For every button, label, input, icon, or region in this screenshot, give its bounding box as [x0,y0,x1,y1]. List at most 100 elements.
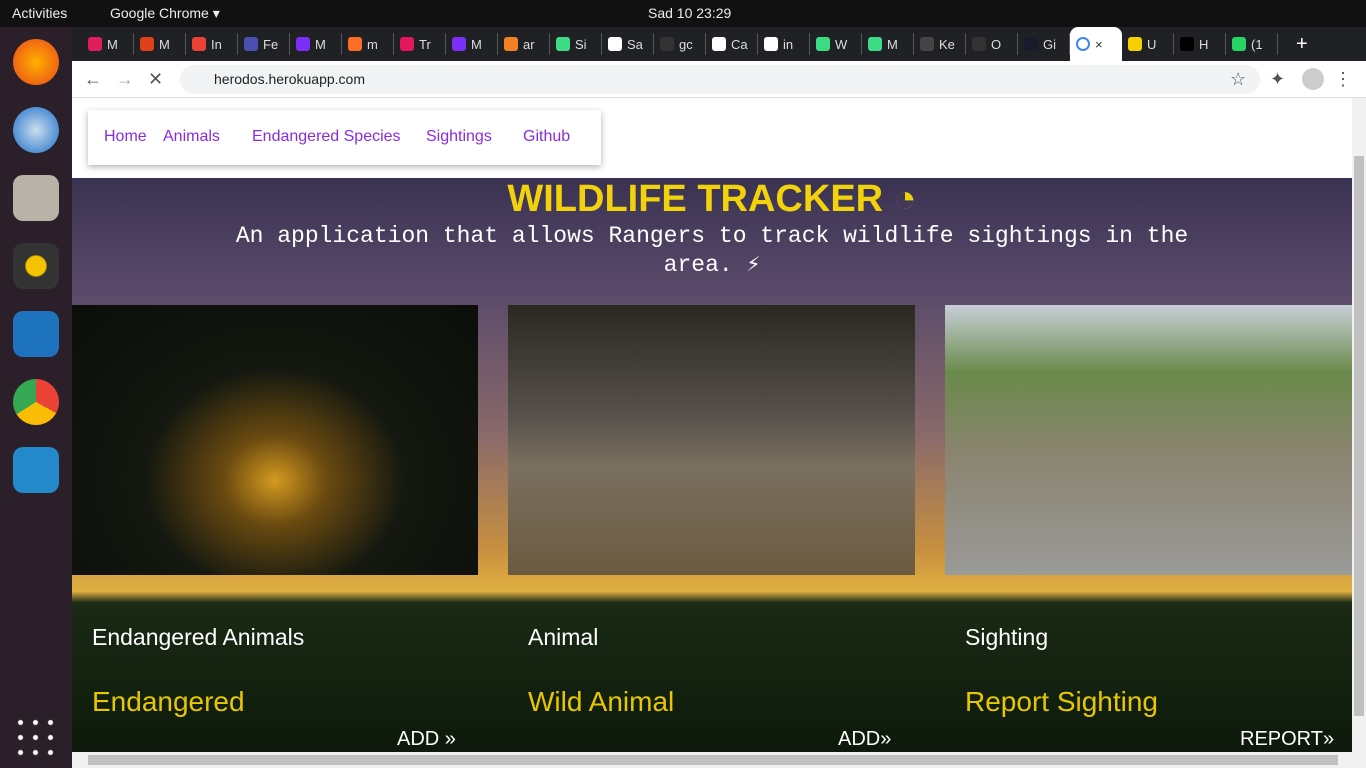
photographer-image [945,305,1352,575]
add-animal-button[interactable]: ADD» [838,728,891,751]
tab-title: Sa [627,36,643,52]
vertical-scrollbar[interactable] [1352,98,1366,752]
browser-tab[interactable]: M [134,33,186,55]
tab-title: ar [523,36,535,52]
tab-title: Fe [263,36,279,52]
back-icon[interactable]: ← [84,69,102,90]
browser-tab[interactable]: U [1122,33,1174,55]
tab-favicon-icon [1180,37,1194,51]
activities-button[interactable]: Activities [12,5,67,21]
card-heading: Animal [528,624,599,650]
wild-animal-link[interactable]: Wild Animal [528,686,674,718]
extensions-icon[interactable]: ✦ [1270,69,1285,90]
files-icon[interactable] [13,175,59,221]
tab-favicon-icon [712,37,726,51]
endangered-link[interactable]: Endangered [92,686,245,718]
bookmark-star-icon[interactable]: ☆ [1230,69,1246,90]
url-text: herodos.herokuapp.com [214,71,365,87]
squirrel-image [72,305,478,575]
card-heading: Endangered Animals [92,624,305,650]
tab-title: M [107,36,118,52]
tab-favicon-icon [868,37,882,51]
browser-tab[interactable]: gc [654,33,706,55]
address-bar[interactable]: herodos.herokuapp.com [180,65,1260,94]
tab-title: gc [679,36,693,52]
tab-title: Ca [731,36,748,52]
tab-title: W [835,36,848,52]
tab-favicon-icon [452,37,466,51]
apps-grid-icon[interactable] [13,715,59,761]
avatar[interactable] [1302,68,1324,90]
firefox-icon[interactable] [13,39,59,85]
add-endangered-button[interactable]: ADD » [397,728,456,751]
nav-endangered[interactable]: Endangered Species [252,128,401,146]
stop-icon[interactable]: ✕ [148,69,163,90]
navbar: Home Animals Endangered Species Sighting… [88,110,601,165]
browser-tab[interactable]: Tr [394,33,446,55]
system-top-bar: Activities Google Chrome ▾ Sad 10 23:29 [0,0,1366,27]
browser-tab[interactable]: (1 [1226,33,1278,55]
tab-favicon-icon [816,37,830,51]
web-page: WILDLIFE TRACKER ◔ An application that a… [72,98,1352,752]
nav-animals[interactable]: Animals [163,128,220,146]
clock[interactable]: Sad 10 23:29 [648,5,731,21]
browser-tab[interactable]: Ke [914,33,966,55]
tab-title: Tr [419,36,431,52]
tab-title: M [159,36,170,52]
tab-favicon-icon [1232,37,1246,51]
browser-tab[interactable]: O [966,33,1018,55]
browser-tab[interactable]: M [862,33,914,55]
tab-title: Gi [1043,36,1056,52]
tab-favicon-icon [296,37,310,51]
browser-tab[interactable]: M [82,33,134,55]
browser-tab[interactable]: Sa [602,33,654,55]
app-menu[interactable]: Google Chrome ▾ [110,5,220,22]
browser-tab[interactable]: Fe [238,33,290,55]
report-sighting-link[interactable]: Report Sighting [965,686,1158,718]
browser-tab[interactable]: Ca [706,33,758,55]
browser-tab[interactable]: M [290,33,342,55]
browser-tab[interactable]: M [446,33,498,55]
horizontal-scrollbar[interactable] [72,752,1366,768]
report-button[interactable]: REPORT» [1240,728,1334,751]
browser-tab[interactable]: ar [498,33,550,55]
tab-title: × [1095,36,1103,52]
tab-title: Ke [939,36,955,52]
thunderbird-icon[interactable] [13,107,59,153]
nav-github[interactable]: Github [523,128,570,146]
tab-favicon-icon [244,37,258,51]
tab-title: M [315,36,326,52]
browser-tab[interactable]: Si [550,33,602,55]
tab-strip: M M In Fe Mm Tr Mar Si Sa gc Ca in W M Ke O Gi × U H (1 + [72,27,1366,61]
forward-icon[interactable]: → [116,69,134,90]
chrome-icon[interactable] [13,379,59,425]
tab-favicon-icon [972,37,986,51]
writer-icon[interactable] [13,311,59,357]
vscode-icon[interactable] [13,447,59,493]
browser-toolbar: ← → ✕ herodos.herokuapp.com ☆ ✦ ⋮ [72,61,1366,98]
nav-home[interactable]: Home [104,128,147,146]
tab-favicon-icon [400,37,414,51]
satellite-icon: ◔ [883,178,917,220]
menu-icon[interactable]: ⋮ [1334,69,1352,90]
browser-tab[interactable]: In [186,33,238,55]
browser-tab[interactable]: Gi [1018,33,1070,55]
rhino-image [508,305,915,575]
browser-tab[interactable]: W [810,33,862,55]
browser-tab[interactable]: in [758,33,810,55]
new-tab-button[interactable]: + [1296,33,1308,56]
rhythmbox-icon[interactable] [13,243,59,289]
browser-tab[interactable]: H [1174,33,1226,55]
tab-title: O [991,36,1002,52]
hero-section: WILDLIFE TRACKER ◔ An application that a… [72,178,1352,752]
browser-tab[interactable]: × [1070,27,1122,61]
tab-title: H [1199,36,1209,52]
nav-sightings[interactable]: Sightings [426,128,492,146]
tab-favicon-icon [1128,37,1142,51]
tab-favicon-icon [764,37,778,51]
tab-title: m [367,36,378,52]
dock [0,27,72,768]
browser-tab[interactable]: m [342,33,394,55]
tab-favicon-icon [660,37,674,51]
tab-favicon-icon [192,37,206,51]
